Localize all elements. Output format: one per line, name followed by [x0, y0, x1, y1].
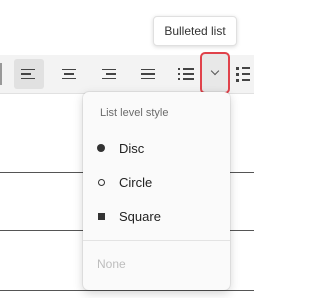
bulleted-list-icon	[178, 65, 194, 83]
menu-separator	[83, 240, 230, 241]
align-center-button[interactable]	[55, 59, 85, 89]
circle-bullet-icon	[97, 178, 105, 186]
menu-item-disc[interactable]: Disc	[83, 133, 230, 163]
chevron-down-icon	[210, 66, 220, 76]
document-line	[0, 290, 254, 291]
numbered-list-icon	[236, 64, 250, 85]
bulleted-list-dropdown-button[interactable]	[200, 52, 230, 94]
menu-item-none[interactable]: None	[97, 257, 126, 271]
bulleted-list-button[interactable]	[171, 59, 201, 89]
menu-item-label: Disc	[119, 140, 145, 156]
numbered-list-button[interactable]	[232, 59, 254, 89]
tooltip-bulleted-list: Bulleted list	[153, 16, 237, 46]
align-left-icon	[21, 66, 37, 83]
menu-item-label: Circle	[119, 174, 153, 190]
justify-icon	[141, 66, 157, 83]
align-right-icon	[102, 66, 118, 83]
menu-item-circle[interactable]: Circle	[83, 167, 230, 197]
justify-button[interactable]	[134, 59, 164, 89]
disc-bullet-icon	[97, 144, 105, 152]
align-left-button[interactable]	[14, 59, 44, 89]
menu-item-square[interactable]: Square	[83, 201, 230, 231]
menu-header: List level style	[100, 107, 169, 119]
align-center-icon	[62, 66, 78, 83]
list-level-style-menu: List level style Disc Circle Square None	[83, 92, 230, 290]
align-right-button[interactable]	[95, 59, 125, 89]
toolbar-divider	[0, 63, 2, 85]
menu-item-label: Square	[119, 208, 161, 224]
square-bullet-icon	[97, 212, 105, 220]
tooltip-text: Bulleted list	[164, 24, 226, 38]
